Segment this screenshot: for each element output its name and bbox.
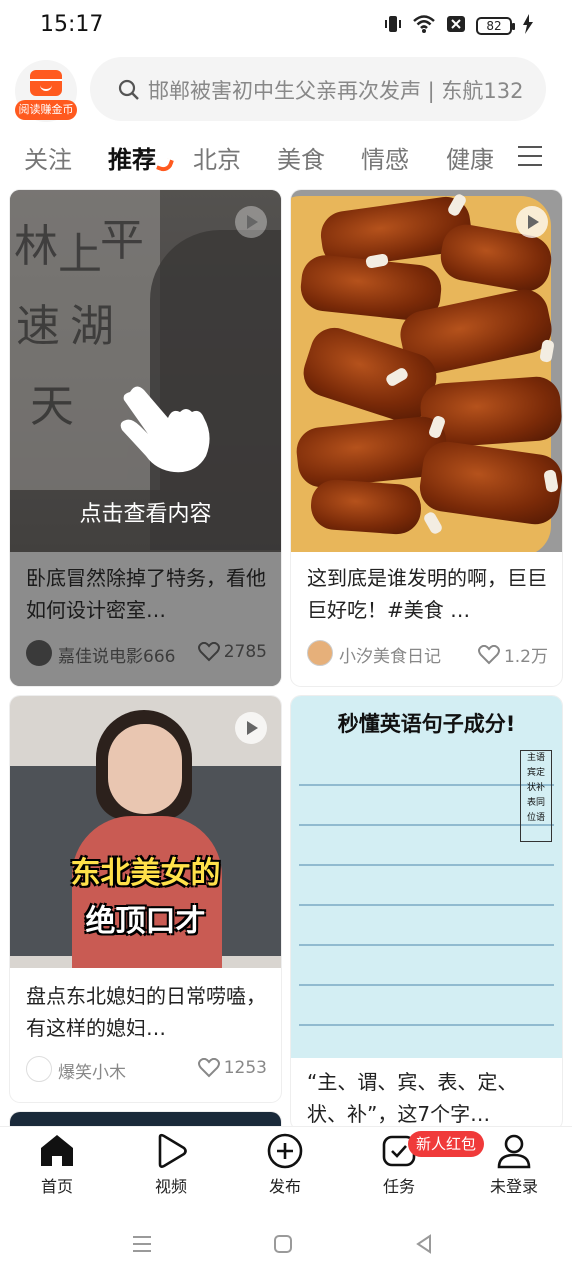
avatar [307, 640, 333, 666]
sim-off-icon [446, 14, 466, 38]
like-count[interactable]: 1253 [197, 1058, 267, 1078]
card-meta: 嘉佳说电影666 2785 [26, 640, 267, 668]
nav-home[interactable]: 首页 [17, 1133, 97, 1197]
status-bar: 15:17 82 [0, 0, 572, 52]
home-icon [41, 1135, 73, 1166]
search-placeholder: 邯郸被害初中生父亲再次发声 | 东航132 [148, 79, 524, 103]
feed-card[interactable]: 东北美女的 绝顶口才 盘点东北媳妇的日常唠嗑，有这样的媳妇… 爆笑小木 1253 [10, 696, 281, 1102]
image-title: 秒懂英语句子成分! [337, 712, 516, 736]
add-circle-icon [267, 1133, 303, 1169]
menu-icon[interactable] [518, 146, 542, 166]
card-title: 卧底冒然除掉了特务，看他如何设计密室… [26, 566, 266, 622]
video-thumbnail: 林 上 平 速 湖 天 点击查看内容 [10, 190, 281, 552]
tap-to-view-hint: 点击查看内容 [79, 502, 212, 527]
vibrate-icon [384, 14, 402, 38]
card-info: 卧底冒然除掉了特务，看他如何设计密室… 嘉佳说电影666 2785 [10, 552, 281, 686]
feed-card[interactable]: 这到底是谁发明的啊，巨巨巨好吃！#美食 … 小汐美食日记 1.2万 [291, 190, 562, 686]
tab-beijing[interactable]: 北京 [193, 140, 241, 175]
like-count[interactable]: 1.2万 [477, 642, 548, 667]
feed-card[interactable]: 秒懂英语句子成分! 主语 宾定 状补 表同 位语 “主、谓、宾、表、定、状、补”… [291, 696, 562, 1130]
card-title: “主、谓、宾、表、定、状、补”，这7个字… [307, 1070, 518, 1126]
card-meta: 小汐美食日记 1.2万 [307, 640, 548, 668]
grammar-diagram [299, 746, 554, 1026]
play-icon [235, 206, 267, 238]
heart-icon [197, 1058, 220, 1078]
thumbnail-caption: 东北美女的 [70, 856, 221, 891]
thumbnail-caption: 绝顶口才 [85, 904, 206, 939]
active-tab-indicator [156, 156, 174, 174]
tap-hand-icon [110, 372, 220, 486]
card-meta: 爆笑小木 1253 [26, 1056, 267, 1084]
author-name: 嘉佳说电影666 [58, 647, 176, 667]
card-info: 这到底是谁发明的啊，巨巨巨好吃！#美食 … 小汐美食日记 1.2万 [291, 552, 562, 686]
tab-follow[interactable]: 关注 [24, 140, 72, 175]
recent-apps-icon[interactable] [131, 1234, 153, 1258]
search-icon [118, 79, 140, 105]
read-earn-coins-button[interactable]: 阅读赚金币 [15, 60, 77, 122]
status-time: 15:17 [40, 12, 104, 37]
status-icons: 82 [384, 14, 534, 38]
heart-icon [477, 644, 500, 664]
channel-tabs: 关注 推荐 北京 美食 情感 健康 [0, 130, 572, 182]
nav-publish[interactable]: 发布 [245, 1133, 325, 1197]
avatar [26, 640, 52, 666]
logo-label: 阅读赚金币 [15, 100, 77, 120]
system-nav-bar [0, 1206, 572, 1280]
tab-recommend[interactable]: 推荐 [108, 140, 156, 175]
gift-icon [30, 70, 62, 96]
heart-icon [197, 642, 220, 662]
grammar-thumbnail: 秒懂英语句子成分! 主语 宾定 状补 表同 位语 [291, 696, 562, 1058]
new-user-red-packet-badge[interactable]: 新人红包 [408, 1131, 485, 1157]
author-name: 小汐美食日记 [339, 647, 441, 667]
search-input[interactable]: 邯郸被害初中生父亲再次发声 | 东航132 [90, 57, 546, 121]
video-play-icon [158, 1133, 187, 1168]
play-icon [235, 712, 267, 744]
tab-food[interactable]: 美食 [277, 140, 325, 175]
nav-video[interactable]: 视频 [131, 1133, 211, 1197]
wifi-icon [412, 14, 436, 38]
tab-emotion[interactable]: 情感 [361, 140, 409, 175]
back-icon[interactable] [414, 1234, 434, 1258]
charging-icon [522, 14, 534, 38]
like-count[interactable]: 2785 [197, 642, 267, 662]
video-thumbnail: 东北美女的 绝顶口才 [10, 696, 281, 968]
user-icon [497, 1134, 531, 1169]
feed-card[interactable]: 林 上 平 速 湖 天 点击查看内容 卧底冒然除掉了特务，看他如何设计密室… 嘉… [10, 190, 281, 686]
battery-icon: 82 [476, 17, 515, 35]
card-title: 这到底是谁发明的啊，巨巨巨好吃！#美食 … [307, 566, 547, 622]
nav-login[interactable]: 未登录 [474, 1133, 554, 1197]
food-thumbnail [291, 190, 562, 552]
legend-box: 主语 宾定 状补 表同 位语 [520, 750, 552, 842]
avatar [26, 1056, 52, 1082]
author-name: 爆笑小木 [58, 1063, 126, 1083]
tab-health[interactable]: 健康 [446, 140, 494, 175]
card-title: 盘点东北媳妇的日常唠嗑，有这样的媳妇… [26, 984, 266, 1040]
play-icon [516, 206, 548, 238]
home-button-icon[interactable] [273, 1234, 293, 1258]
bottom-nav: 首页 视频 发布 任务 新人红包 未登录 [0, 1126, 572, 1206]
